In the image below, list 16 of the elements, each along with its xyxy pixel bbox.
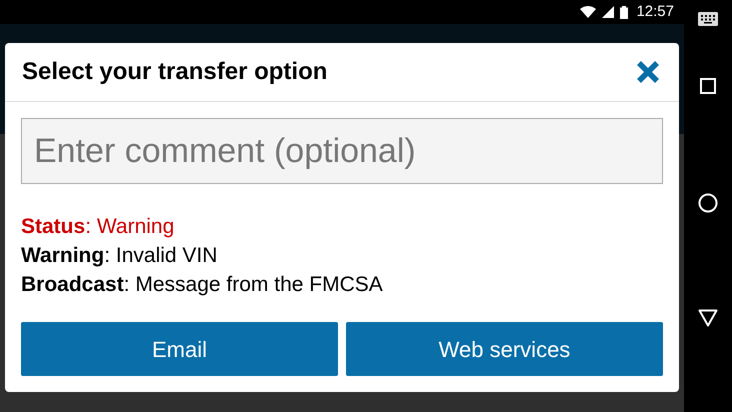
dialog-title: Select your transfer option — [22, 57, 328, 87]
signal-icon — [602, 6, 614, 18]
transfer-button[interactable]: Web services — [346, 322, 663, 376]
home-icon[interactable] — [698, 193, 718, 213]
transfer-button[interactable]: Email — [21, 322, 338, 376]
info-line: Broadcast: Message from the FMCSA — [21, 272, 384, 298]
clock: 12:57 — [636, 2, 674, 22]
info-line: Warning: Invalid VIN — [21, 243, 218, 269]
recents-icon[interactable] — [700, 78, 716, 94]
comment-field[interactable]: Enter comment (optional) — [21, 118, 663, 184]
battery-icon — [620, 6, 628, 18]
close-icon — [636, 60, 660, 84]
back-icon[interactable] — [698, 309, 718, 327]
keyboard-icon[interactable] — [698, 12, 718, 26]
wifi-icon — [580, 6, 596, 18]
info-line: Status: Warning — [21, 214, 176, 240]
